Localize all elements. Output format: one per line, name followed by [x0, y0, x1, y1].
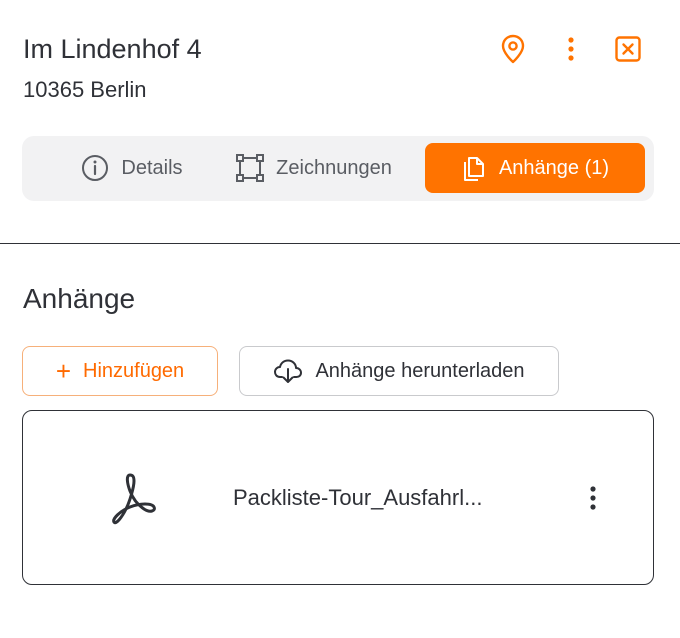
close-square-icon — [615, 36, 641, 62]
tab-zeichnungen-label: Zeichnungen — [276, 156, 392, 179]
cloud-download-icon — [274, 359, 303, 383]
download-attachments-label: Anhänge herunterladen — [315, 359, 525, 382]
more-vertical-icon — [590, 486, 596, 510]
tab-anhaenge-label: Anhänge (1) — [498, 156, 610, 179]
info-circle-icon — [82, 155, 109, 181]
map-pin-icon — [501, 34, 525, 64]
attachment-file-name[interactable]: Packliste-Tour_Ausfahrl... — [233, 485, 482, 511]
copy-files-icon — [463, 157, 484, 181]
tab-details-label: Details — [121, 156, 183, 179]
pdf-icon — [112, 473, 156, 525]
tab-zeichnungen[interactable]: Zeichnungen — [218, 143, 410, 193]
download-attachments-button[interactable]: Anhänge herunterladen — [239, 346, 559, 396]
plus-icon: + — [55, 356, 71, 386]
attachment-more-button[interactable] — [579, 481, 607, 515]
tab-anhaenge[interactable]: Anhänge (1) — [425, 143, 645, 193]
map-pin-button[interactable] — [496, 32, 530, 66]
close-button[interactable] — [611, 32, 645, 66]
attachment-card[interactable]: Packliste-Tour_Ausfahrl... — [22, 410, 654, 585]
address-subtitle: 10365 Berlin — [23, 77, 147, 102]
tab-bar: Details Zeichnungen Anhänge (1) — [22, 136, 654, 201]
vector-square-icon — [236, 154, 265, 182]
add-attachment-button[interactable]: + Hinzufügen — [22, 346, 218, 396]
tab-details[interactable]: Details — [52, 143, 212, 193]
address-title: Im Lindenhof 4 — [23, 34, 202, 64]
more-options-button[interactable] — [554, 32, 588, 66]
divider — [0, 243, 680, 244]
more-vertical-icon — [568, 37, 574, 61]
add-attachment-label: Hinzufügen — [83, 359, 185, 382]
section-title: Anhänge — [23, 283, 136, 314]
